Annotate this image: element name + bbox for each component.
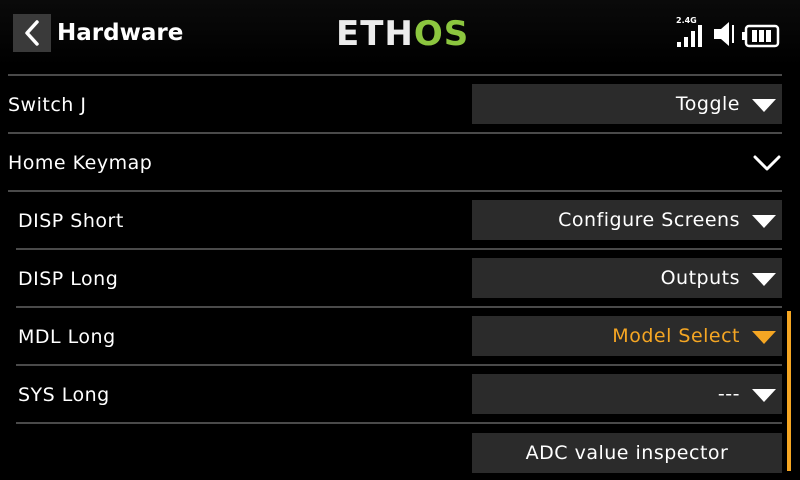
switch-j-dropdown[interactable]: Toggle: [472, 84, 782, 124]
battery-icon: [742, 24, 780, 48]
logo-text-main: ETH: [336, 14, 414, 54]
disp-long-label: DISP Long: [18, 268, 119, 290]
dropdown-triangle-icon: [752, 214, 776, 228]
switch-j-value: Toggle: [675, 93, 740, 115]
disp-long-value: Outputs: [660, 267, 740, 289]
back-button[interactable]: [13, 14, 51, 52]
divider: [8, 190, 782, 192]
disp-long-dropdown[interactable]: Outputs: [472, 258, 782, 298]
sys-long-dropdown[interactable]: ---: [472, 374, 782, 414]
switch-j-label: Switch J: [8, 94, 87, 116]
adc-value-inspector-button[interactable]: ADC value inspector: [472, 433, 782, 473]
home-keymap-label: Home Keymap: [8, 152, 153, 174]
divider: [16, 422, 782, 424]
divider: [16, 364, 782, 366]
status-area: 2.4G: [676, 14, 780, 48]
disp-short-value: Configure Screens: [558, 209, 740, 231]
logo-text-accent: OS: [413, 14, 470, 54]
back-chevron-icon: [25, 20, 39, 46]
chevron-down-icon[interactable]: [752, 153, 782, 173]
mdl-long-value: Model Select: [612, 325, 740, 347]
scrollbar[interactable]: [787, 311, 791, 471]
page-title: Hardware: [57, 20, 184, 46]
sys-long-label: SYS Long: [18, 384, 110, 406]
dropdown-triangle-icon: [752, 98, 776, 112]
divider: [16, 248, 782, 250]
disp-short-dropdown[interactable]: Configure Screens: [472, 200, 782, 240]
dropdown-triangle-icon: [752, 388, 776, 402]
divider: [8, 132, 782, 134]
divider: [16, 306, 782, 308]
dropdown-triangle-icon: [752, 272, 776, 286]
signal-indicator: 2.4G: [676, 16, 706, 48]
divider: [8, 74, 782, 76]
hardware-screen: Hardware ETH OS 2.4G Switch J Toggle Hom…: [0, 0, 800, 480]
sys-long-value: ---: [717, 383, 740, 405]
dropdown-triangle-icon: [752, 330, 776, 344]
header-bar: Hardware ETH OS 2.4G: [0, 0, 800, 66]
mdl-long-label: MDL Long: [18, 326, 116, 348]
speaker-icon: [714, 22, 734, 46]
disp-short-label: DISP Short: [18, 210, 124, 232]
signal-bars-icon: [677, 25, 702, 47]
ethos-logo: ETH OS: [336, 14, 469, 54]
mdl-long-dropdown[interactable]: Model Select: [472, 316, 782, 356]
